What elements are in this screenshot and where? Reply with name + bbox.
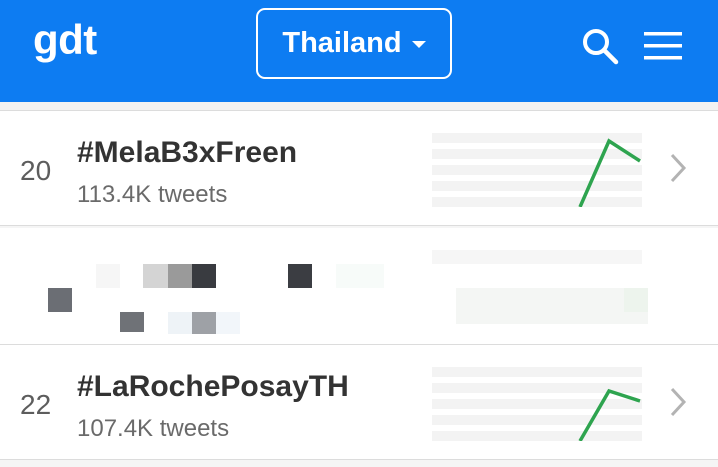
trend-tweet-count: 113.4K tweets [77,181,228,208]
chevron-right-icon[interactable] [668,151,690,185]
pixelated-block [120,312,144,332]
pixelated-block [288,264,312,288]
trend-hashtag[interactable]: #LaRochePosayTH [77,370,349,404]
pixelated-block [48,288,72,312]
pixelated-block [456,288,648,324]
trend-rank: 22 [20,389,52,420]
country-dropdown[interactable]: Thailand [256,8,452,79]
trend-rank: 20 [20,155,52,186]
pixelated-block [192,312,216,334]
top-app-bar: gdt Thailand [0,0,718,102]
pixelated-block [336,264,384,288]
pixelated-block [143,264,168,288]
caret-down-icon [411,41,426,48]
trend-row[interactable]: 20 #MelaB3xFreen 113.4K tweets [0,110,718,226]
pixelated-block [624,288,648,312]
menu-icon[interactable] [644,30,684,62]
censored-trend-row [0,228,718,344]
chevron-right-icon[interactable] [668,385,690,419]
trend-row[interactable]: 22 #LaRochePosayTH 107.4K tweets [0,344,718,460]
trend-tweet-count: 107.4K tweets [77,415,230,442]
pixelated-block [168,312,192,334]
search-icon[interactable] [580,26,620,66]
country-dropdown-label: Thailand [282,27,402,59]
trend-hashtag[interactable]: #MelaB3xFreen [77,136,297,170]
trend-sparkline [432,133,642,207]
app-logo[interactable]: gdt [33,16,97,64]
pixelated-block [216,312,240,334]
pixelated-block [432,250,642,264]
pixelated-block [96,264,120,288]
list-top-gap [0,102,718,110]
pixelated-block [168,264,192,288]
trend-sparkline [432,367,642,441]
pixelated-block [192,264,216,288]
